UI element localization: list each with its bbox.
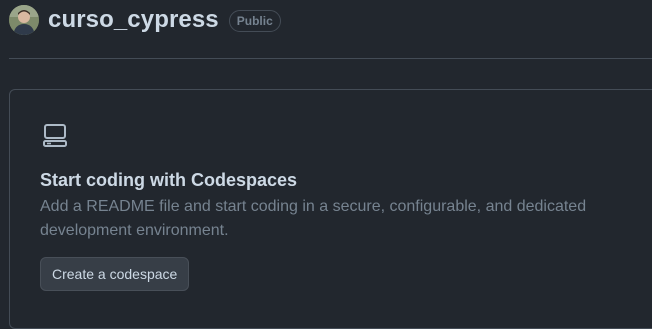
- device-desktop-icon: [43, 124, 67, 147]
- panel-description: Add a README file and start coding in a …: [40, 198, 587, 239]
- visibility-badge: Public: [228, 9, 281, 32]
- repo-header: curso_cypress Public: [9, 4, 281, 36]
- panel-title: Start coding with Codespaces: [40, 170, 298, 190]
- create-codespace-button[interactable]: Create a codespace: [40, 257, 190, 291]
- repo-name-link[interactable]: curso_cypress: [48, 4, 219, 36]
- avatar[interactable]: [9, 5, 39, 35]
- header-divider: [9, 58, 652, 59]
